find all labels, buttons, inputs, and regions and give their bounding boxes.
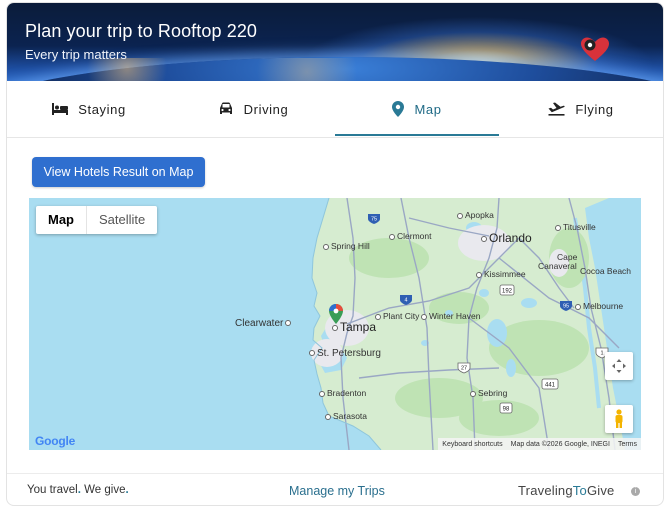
page-title: Plan your trip to Rooftop 220 [25,21,258,41]
tab-map[interactable]: Map [335,81,499,137]
city-label: Orlando [481,231,532,245]
highway-shield-icon: 192 [499,284,515,296]
active-tab-indicator [335,134,499,136]
bed-icon [52,103,69,115]
city-label: Cocoa Beach [580,266,632,276]
tab-map-label: Map [414,101,442,117]
tagline: You travel. We give. [27,484,129,496]
svg-text:441: 441 [545,383,556,389]
car-icon [219,102,232,114]
highway-shield-icon: 27 [457,362,471,374]
map-fullscreen-button[interactable] [605,352,633,380]
city-label: Plant City [375,311,419,321]
tab-flying[interactable]: Flying [499,81,663,137]
tab-driving-label: Driving [243,101,289,117]
keyboard-shortcuts-link[interactable]: Keyboard shortcuts [442,441,502,448]
svg-text:98: 98 [503,407,510,413]
view-hotels-on-map-button[interactable]: View Hotels Result on Map [32,157,205,187]
trip-widget: Plan your trip to Rooftop 220 Every trip… [6,2,664,506]
street-view-pegman-button[interactable] [605,405,633,433]
map-pin-icon [392,101,405,117]
svg-text:1: 1 [600,351,603,357]
highway-shield-icon: 98 [499,402,513,414]
city-label: Clearwater [235,318,293,329]
info-icon[interactable]: i [631,487,640,496]
city-label: Clermont [389,231,431,241]
map-type-toggle: Map Satellite [36,206,158,234]
city-label: Sarasota [325,411,367,421]
map-view[interactable]: Map Satellite Apopka Orlando Clermont Sp… [29,198,641,450]
manage-trips-link[interactable]: Manage my Trips [289,484,385,498]
trip-tabs: Staying Driving Map Flying [7,81,663,138]
city-label: Spring Hill [323,241,370,251]
google-logo: Google [35,434,76,448]
svg-text:27: 27 [461,366,467,372]
city-label: Canaveral [538,261,577,271]
pegman-icon [615,409,623,428]
tab-flying-label: Flying [575,101,614,117]
city-label: Apopka [457,210,494,220]
map-type-satellite-button[interactable]: Satellite [87,206,157,234]
highway-shield-icon: 75 [368,214,380,224]
tab-staying[interactable]: Staying [7,81,171,137]
svg-text:4: 4 [404,298,407,304]
map-type-map-button[interactable]: Map [36,206,87,234]
city-label: Kissimmee [476,269,526,279]
travelingtogive-logo: TravelingToGive [518,483,615,498]
city-label: Titusville [555,222,596,232]
widget-footer: You travel. We give. Manage my Trips Tra… [7,473,663,505]
city-label: Winter Haven [421,311,481,321]
map-attribution: Keyboard shortcuts Map data ©2026 Google… [438,438,641,450]
tab-driving[interactable]: Driving [171,81,335,137]
hotel-location-marker-icon[interactable] [329,304,343,324]
page-subtitle: Every trip matters [25,47,127,62]
hero-banner: Plan your trip to Rooftop 220 Every trip… [7,3,663,81]
heart-pin-logo-icon [581,37,609,61]
city-label: St. Petersburg [309,348,381,359]
city-label: Sebring [470,388,507,398]
svg-text:95: 95 [563,304,569,310]
city-label: Bradenton [319,388,366,398]
highway-shield-icon: 95 [560,301,572,311]
plane-icon [548,102,565,116]
city-label: Melbourne [575,301,623,311]
map-data-credit: Map data ©2026 Google, INEGI [510,440,610,448]
svg-text:192: 192 [502,289,513,295]
tab-staying-label: Staying [78,101,126,117]
highway-shield-icon: 441 [541,378,559,390]
pan-arrows-icon [612,359,626,373]
highway-shield-icon: 4 [400,295,412,305]
terms-link[interactable]: Terms [618,441,637,448]
svg-text:75: 75 [371,217,377,223]
